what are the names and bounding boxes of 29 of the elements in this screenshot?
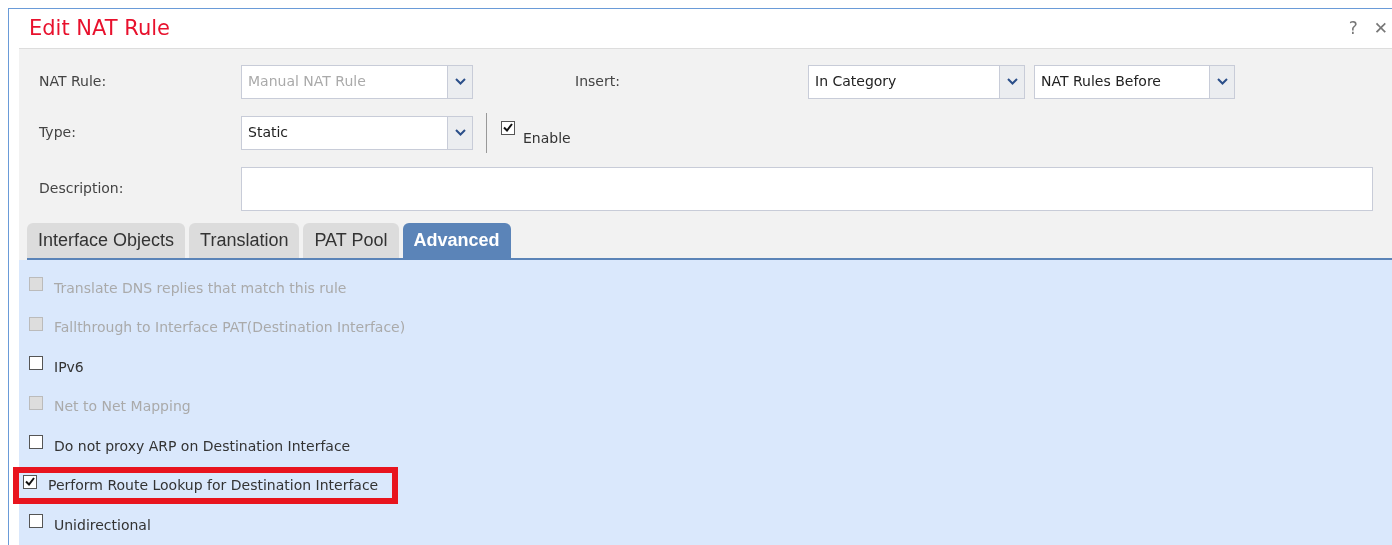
- checkbox-option[interactable]: Do not proxy ARP on Destination Interface: [19, 433, 365, 459]
- help-button[interactable]: ?: [1344, 19, 1362, 37]
- tab[interactable]: PAT Pool: [303, 222, 399, 258]
- field-label: Type:: [39, 123, 77, 142]
- enable-checkbox[interactable]: Enable: [501, 120, 571, 149]
- caret-icon: [1006, 78, 1018, 85]
- checkbox-option: Fallthrough to Interface PAT(Destination Interface): [19, 315, 420, 341]
- tab[interactable]: Translation: [189, 222, 300, 258]
- tab[interactable]: Advanced: [402, 222, 511, 258]
- caret-icon: [454, 129, 466, 136]
- checkbox-option[interactable]: IPv6: [19, 354, 98, 380]
- field-label: Insert:: [575, 72, 621, 91]
- check-icon: [25, 477, 35, 487]
- field-label: Description:: [39, 179, 125, 198]
- check-icon: [503, 123, 513, 132]
- dialog-title: Edit NAT Rule: [29, 15, 170, 41]
- close-button[interactable]: ✕: [1369, 19, 1392, 37]
- checkbox-option[interactable]: Unidirectional: [19, 512, 165, 538]
- tab[interactable]: Interface Objects: [27, 222, 186, 258]
- caret-icon: [454, 78, 466, 85]
- checkbox-option: Translate DNS replies that match this rule: [19, 275, 361, 301]
- checkbox-option[interactable]: Perform Route Lookup for Destination Interface: [13, 467, 399, 505]
- dropdown[interactable]: NAT Rules Before: [1034, 64, 1235, 99]
- description-field[interactable]: [241, 166, 1373, 211]
- dropdown[interactable]: Static: [241, 115, 473, 150]
- dropdown[interactable]: In Category: [808, 64, 1025, 99]
- checkbox-option: Net to Net Mapping: [19, 394, 205, 420]
- field-label: NAT Rule:: [39, 72, 108, 91]
- caret-icon: [1216, 78, 1228, 85]
